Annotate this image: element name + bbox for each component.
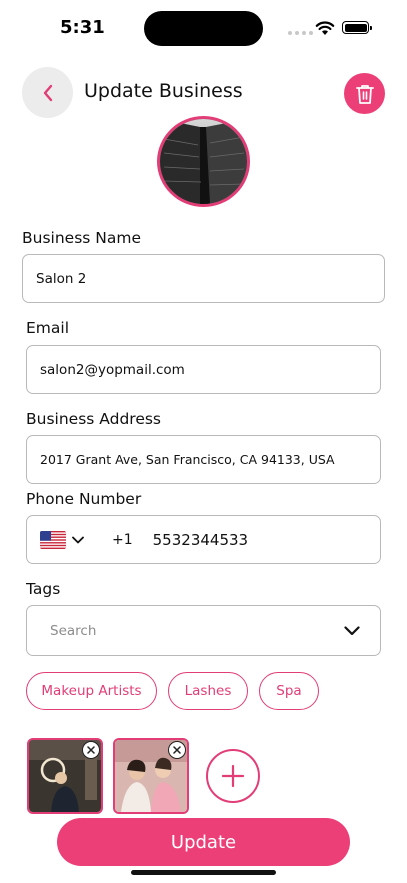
country-picker[interactable] xyxy=(40,530,84,549)
tag-chip-lashes[interactable]: Lashes xyxy=(168,672,248,710)
us-flag-icon xyxy=(40,530,66,549)
email-field[interactable]: salon2@yopmail.com xyxy=(26,345,381,394)
add-photo-button[interactable] xyxy=(206,749,260,803)
business-name-label: Business Name xyxy=(22,229,142,247)
signal-icon xyxy=(288,31,313,35)
status-bar: 5:31 xyxy=(0,0,407,56)
chevron-left-icon xyxy=(43,84,52,101)
trash-icon xyxy=(355,84,374,104)
chevron-down-icon xyxy=(344,625,360,635)
business-address-label: Business Address xyxy=(26,410,162,428)
email-label: Email xyxy=(26,319,70,337)
tag-chip-spa[interactable]: Spa xyxy=(259,672,319,710)
phone-number-label: Phone Number xyxy=(26,490,142,508)
remove-photo-1-button[interactable] xyxy=(82,741,100,759)
page-title: Update Business xyxy=(84,80,243,102)
tags-label: Tags xyxy=(26,580,61,598)
email-value: salon2@yopmail.com xyxy=(40,361,185,378)
dynamic-island xyxy=(144,11,263,46)
remove-photo-2-button[interactable] xyxy=(168,741,186,759)
tag-chip-makeup-artists[interactable]: Makeup Artists xyxy=(26,672,157,710)
phone-number-value: 5532344533 xyxy=(152,530,249,549)
phone-number-field[interactable]: +1 5532344533 xyxy=(26,515,381,564)
wifi-icon xyxy=(315,21,335,35)
status-time: 5:31 xyxy=(60,17,105,38)
building-photo xyxy=(160,119,247,204)
close-icon xyxy=(173,746,181,754)
tags-search-dropdown[interactable]: Search xyxy=(26,605,381,656)
update-button[interactable]: Update xyxy=(57,818,350,866)
chevron-down-icon xyxy=(72,536,84,543)
business-address-value: 2017 Grant Ave, San Francisco, CA 94133,… xyxy=(40,452,335,467)
country-code: +1 xyxy=(112,531,133,548)
delete-button[interactable] xyxy=(344,73,385,114)
close-icon xyxy=(87,746,95,754)
business-avatar[interactable] xyxy=(157,116,250,207)
plus-icon xyxy=(221,764,245,788)
tags-search-placeholder: Search xyxy=(50,622,97,639)
business-address-field[interactable]: 2017 Grant Ave, San Francisco, CA 94133,… xyxy=(26,435,381,484)
business-name-field[interactable]: Salon 2 xyxy=(22,254,385,303)
battery-icon xyxy=(342,21,372,34)
back-button[interactable] xyxy=(22,67,73,118)
business-name-value: Salon 2 xyxy=(36,270,87,287)
home-indicator xyxy=(131,870,276,875)
